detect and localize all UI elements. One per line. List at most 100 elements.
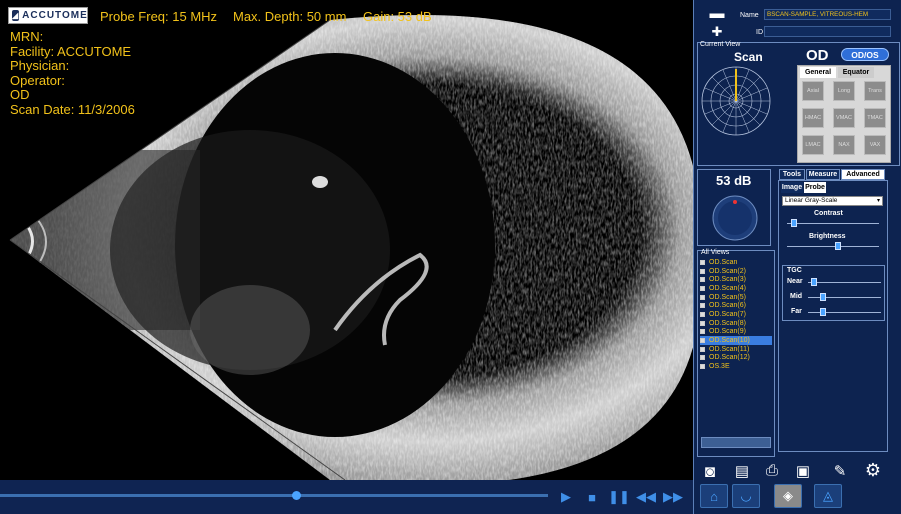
views-action-button[interactable]	[701, 437, 771, 448]
eye-label: OD	[10, 87, 30, 102]
physician-label: Physician:	[10, 58, 70, 73]
eye-indicator: OD	[806, 47, 829, 64]
tab-image[interactable]: Image	[781, 182, 803, 193]
view-label: OD.Scan(12)	[709, 354, 750, 362]
gain-box: 53 dB	[697, 169, 771, 246]
patient-id-field[interactable]	[764, 26, 891, 37]
tab-tools[interactable]: Tools	[779, 169, 805, 180]
name-label: Name	[740, 12, 759, 19]
playback-timeline[interactable]	[0, 494, 548, 497]
tgc-near-knob[interactable]	[810, 278, 817, 286]
id-label: ID	[756, 29, 763, 36]
view-checkbox[interactable]	[700, 364, 705, 370]
view-list-item[interactable]: OD.Scan	[700, 258, 772, 267]
view-checkbox[interactable]	[700, 346, 705, 352]
playback-playhead[interactable]	[291, 491, 301, 500]
brightness-label: Brightness	[809, 233, 846, 240]
contrast-slider-knob[interactable]	[791, 219, 798, 227]
view-list-item[interactable]: OD.Scan(9)	[700, 328, 772, 337]
rewind-icon[interactable]: ◀◀	[636, 488, 656, 506]
app-window: ◢ ACCUTOME Probe Freq: 15 MHz Max. Depth…	[0, 0, 901, 514]
view-checkbox[interactable]	[700, 320, 705, 326]
view-checkbox[interactable]	[700, 268, 705, 274]
playback-bar: ▶ ■ ❚❚ ◀◀ ▶▶	[0, 480, 693, 514]
view-list-item[interactable]: OD.Scan(8)	[700, 319, 772, 328]
view-list-item[interactable]: OD.Scan(6)	[700, 301, 772, 310]
mode-button-6[interactable]: LMAC	[802, 135, 824, 155]
brightness-slider-track[interactable]	[787, 246, 879, 247]
current-view-label: Current View	[700, 41, 741, 48]
view-list-item[interactable]: OD.Scan(5)	[700, 293, 772, 302]
mode-button-5[interactable]: TMAC	[864, 108, 886, 128]
view-list-item[interactable]: OD.Scan(12)	[700, 354, 772, 363]
pencil-icon[interactable]: ✎	[830, 462, 850, 480]
view-label: OS.3E	[709, 363, 730, 371]
tab-equator[interactable]: Equator	[838, 67, 874, 78]
view-list-item[interactable]: OD.Scan(2)	[700, 267, 772, 276]
view-checkbox[interactable]	[700, 338, 705, 344]
probe-mode-a-icon[interactable]: ◡	[732, 484, 760, 508]
save-icon[interactable]: ▣	[793, 462, 813, 480]
brightness-slider-knob[interactable]	[834, 242, 841, 250]
tgc-far-knob[interactable]	[819, 308, 826, 316]
tgc-mid-label: Mid	[790, 293, 803, 300]
view-checkbox[interactable]	[700, 311, 705, 317]
fast-forward-icon[interactable]: ▶▶	[663, 488, 683, 506]
mode-button-7[interactable]: NAX	[833, 135, 855, 155]
play-icon[interactable]: ▶	[556, 488, 576, 506]
gain-knob[interactable]	[709, 192, 761, 242]
view-checkbox[interactable]	[700, 294, 705, 300]
control-panel: ▬ ✚ Name BSCAN-SAMPLE, VITREOUS-HEM ID C…	[693, 0, 901, 514]
colormap-select[interactable]: Linear Gray-Scale ▾	[782, 196, 883, 206]
probe-position-dial[interactable]	[700, 65, 772, 137]
tab-probe[interactable]: Probe	[804, 182, 826, 193]
mode-button-0[interactable]: Axial	[802, 81, 824, 101]
view-checkbox[interactable]	[700, 277, 705, 283]
gear-icon[interactable]: ⚙	[862, 460, 884, 481]
probe-mode-b-icon[interactable]: ◈	[774, 484, 802, 508]
tgc-near-track[interactable]	[808, 282, 881, 283]
view-list-item[interactable]: OS.3E	[700, 362, 772, 371]
add-patient-icon[interactable]: ✚	[708, 24, 726, 40]
print-icon[interactable]: ⎙	[761, 462, 783, 479]
tgc-box: TGC Near Mid Far	[782, 265, 885, 321]
stop-icon[interactable]: ■	[582, 488, 602, 506]
gain-readout: Gain: 53 dB	[363, 9, 432, 24]
view-checkbox[interactable]	[700, 329, 705, 335]
view-mode-panel: General Equator Axial Long Trans HMAC VMAC TM…	[797, 65, 891, 163]
tab-measure[interactable]: Measure	[806, 169, 840, 180]
camera-icon[interactable]: ◙	[699, 462, 721, 482]
mode-button-4[interactable]: VMAC	[833, 108, 855, 128]
patient-name-field[interactable]: BSCAN-SAMPLE, VITREOUS-HEM	[764, 9, 891, 20]
views-list: OD.Scan OD.Scan(2) OD.Scan(3) OD.Scan(4) OD.…	[700, 258, 772, 371]
view-list-item[interactable]: OD.Scan(7)	[700, 310, 772, 319]
view-checkbox[interactable]	[700, 285, 705, 291]
tab-advanced[interactable]: Advanced	[841, 169, 885, 180]
max-depth: Max. Depth: 50 mm	[233, 9, 347, 24]
tgc-mid-knob[interactable]	[819, 293, 826, 301]
facility-label: Facility: ACCUTOME	[10, 43, 132, 59]
mode-button-1[interactable]: Long	[833, 81, 855, 101]
view-list-item[interactable]: OD.Scan(4)	[700, 284, 772, 293]
eye-toggle-button[interactable]: OD/OS	[841, 48, 889, 61]
probe-mode-c-icon[interactable]: ◬	[814, 484, 842, 508]
view-checkbox[interactable]	[700, 355, 705, 361]
view-list-item[interactable]: OD.Scan(11)	[700, 345, 772, 354]
tab-general[interactable]: General	[800, 67, 836, 78]
home-icon[interactable]: ⌂	[700, 484, 728, 508]
mode-button-3[interactable]: HMAC	[802, 108, 824, 128]
scan-date-label: Scan Date: 11/3/2006	[10, 101, 135, 117]
mode-button-2[interactable]: Trans	[864, 81, 886, 101]
ultrasound-image[interactable]: ◢ ACCUTOME Probe Freq: 15 MHz Max. Depth…	[0, 0, 693, 480]
mode-button-8[interactable]: VAX	[864, 135, 886, 155]
view-list-item[interactable]: OD.Scan(10)	[700, 336, 772, 345]
view-list-item[interactable]: OD.Scan(3)	[700, 275, 772, 284]
view-checkbox[interactable]	[700, 303, 705, 309]
view-checkbox[interactable]	[700, 259, 705, 265]
document-icon[interactable]: ▤	[732, 462, 752, 480]
folder-icon[interactable]: ▬	[708, 5, 726, 22]
pause-icon[interactable]: ❚❚	[608, 488, 630, 506]
view-name: Scan	[734, 50, 763, 64]
patient-info: MRN: Facility: ACCUTOME Physician: Opera…	[10, 29, 135, 117]
contrast-slider-track[interactable]	[787, 223, 879, 224]
